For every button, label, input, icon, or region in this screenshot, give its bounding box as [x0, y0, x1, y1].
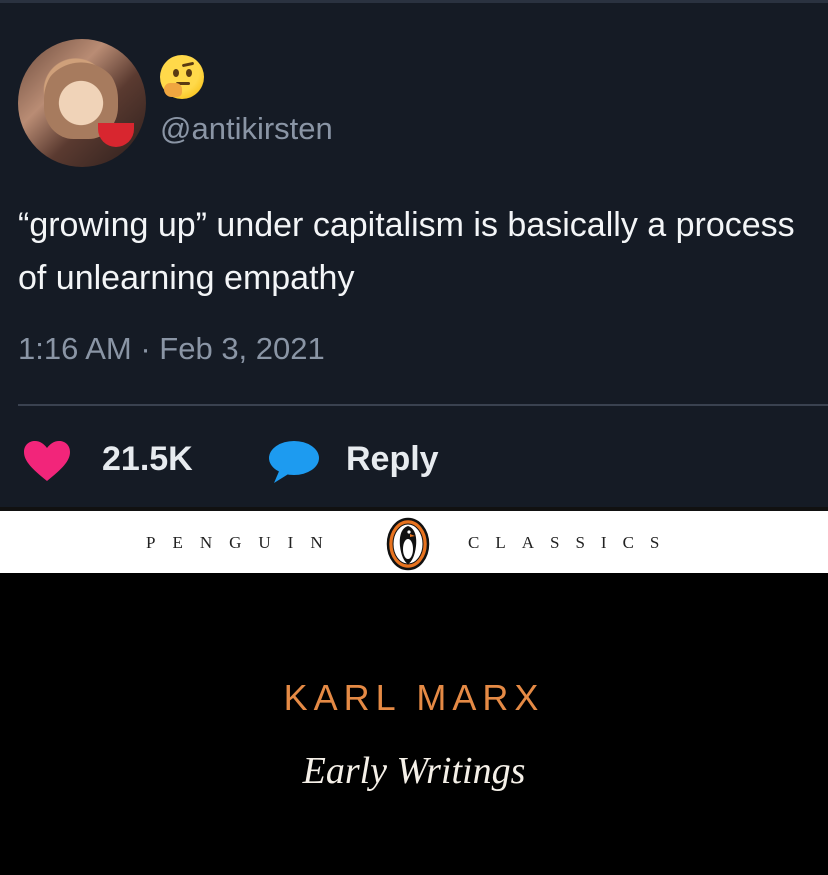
band-penguin-text: PENGUIN: [146, 533, 340, 552]
band-classics-text: CLASSICS: [468, 533, 676, 552]
tweet-card: @antikirsten “growing up” under capitali…: [0, 0, 828, 507]
tweet-actions: 21.5K Reply: [0, 437, 828, 483]
user-handle[interactable]: @antikirsten: [160, 111, 333, 147]
penguin-logo-icon: [386, 517, 430, 571]
emoji-eye-left: [173, 69, 179, 77]
like-count[interactable]: 21.5K: [102, 440, 193, 479]
book-author: KARL MARX: [283, 677, 545, 718]
reply-button[interactable]: Reply: [346, 440, 439, 479]
heart-icon[interactable]: [22, 439, 72, 483]
avatar[interactable]: [18, 39, 146, 167]
emoji-hand: [164, 83, 182, 97]
tweet-text: “growing up” under capitalism is basical…: [18, 206, 795, 297]
divider: [18, 404, 828, 406]
speech-bubble-icon[interactable]: [266, 439, 320, 485]
emoji-eye-right: [186, 69, 192, 77]
emoji-brow: [181, 61, 195, 68]
thinking-face-emoji-icon: [160, 55, 204, 99]
book-cover: KARL MARX Early Writings: [0, 573, 828, 875]
penguin-classics-band: PENGUIN CLASSICS: [0, 507, 828, 573]
avatar-cup: [98, 123, 134, 147]
book-title: Early Writings: [302, 750, 526, 792]
tweet-timestamp[interactable]: 1:16 AM · Feb 3, 2021: [18, 331, 325, 367]
